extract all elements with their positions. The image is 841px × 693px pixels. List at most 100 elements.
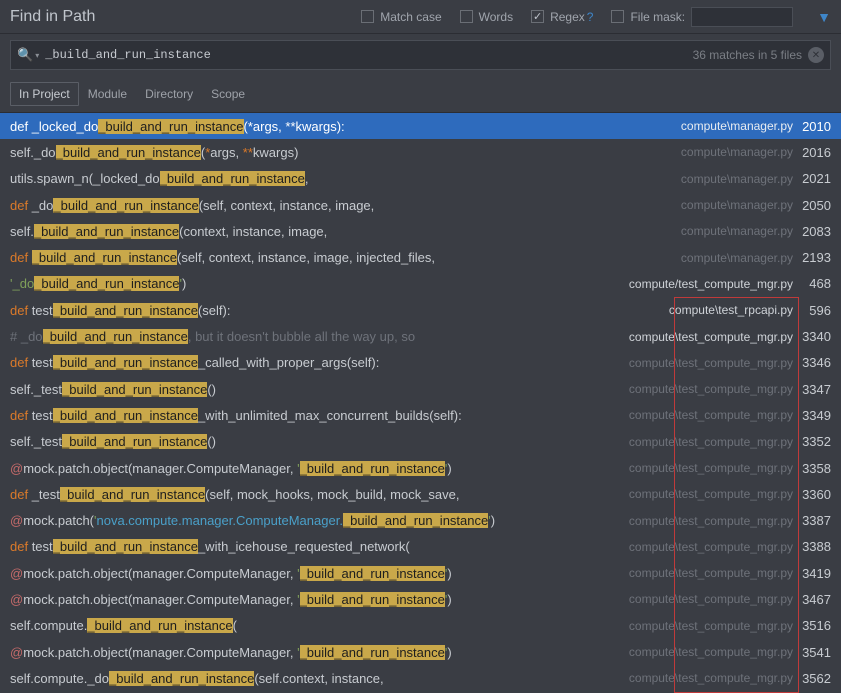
- result-row[interactable]: @mock.patch('nova.compute.manager.Comput…: [0, 507, 841, 533]
- result-row[interactable]: def test_build_and_run_instance_with_ice…: [0, 534, 841, 560]
- result-file: compute\test_rpcapi.py: [659, 303, 793, 317]
- search-bar[interactable]: 🔍 ▾ _build_and_run_instance 36 matches i…: [10, 40, 831, 70]
- result-file: compute\manager.py: [671, 251, 793, 265]
- result-row[interactable]: self._build_and_run_instance(context, in…: [0, 218, 841, 244]
- checkbox-icon: [611, 10, 624, 23]
- result-code: utils.spawn_n(_locked_do_build_and_run_i…: [10, 171, 671, 186]
- title-bar: Find in Path Match case Words Regex ? Fi…: [0, 0, 841, 34]
- words-label: Words: [479, 10, 513, 24]
- result-row[interactable]: def _test_build_and_run_instance(self, m…: [0, 481, 841, 507]
- result-file: compute\manager.py: [671, 119, 793, 133]
- result-line: 2016: [793, 145, 831, 160]
- result-code: self._test_build_and_run_instance(): [10, 382, 619, 397]
- result-line: 3358: [793, 461, 831, 476]
- checkbox-icon: [531, 10, 544, 23]
- result-line: 3346: [793, 355, 831, 370]
- tab-module[interactable]: Module: [79, 82, 136, 106]
- regex-option[interactable]: Regex ?: [531, 10, 593, 24]
- tab-in-project[interactable]: In Project: [10, 82, 79, 106]
- result-code: @mock.patch.object(manager.ComputeManage…: [10, 461, 619, 476]
- result-line: 3419: [793, 566, 831, 581]
- result-line: 596: [793, 303, 831, 318]
- result-file: compute\test_compute_mgr.py: [619, 435, 793, 449]
- result-code: def test_build_and_run_instance(self):: [10, 303, 659, 318]
- result-row[interactable]: def _do_build_and_run_instance(self, con…: [0, 192, 841, 218]
- result-file: compute\test_compute_mgr.py: [619, 514, 793, 528]
- result-row[interactable]: def test_build_and_run_instance_with_unl…: [0, 402, 841, 428]
- result-line: 468: [793, 276, 831, 291]
- match-case-option[interactable]: Match case: [361, 10, 441, 24]
- result-row[interactable]: def test_build_and_run_instance_called_w…: [0, 350, 841, 376]
- dialog-title: Find in Path: [10, 8, 95, 26]
- scope-tabs: In Project Module Directory Scope: [0, 70, 841, 112]
- result-file: compute\test_compute_mgr.py: [619, 330, 793, 344]
- result-code: def test_build_and_run_instance_with_unl…: [10, 408, 619, 423]
- filter-icon[interactable]: ▼: [817, 9, 831, 25]
- result-row[interactable]: self._do_build_and_run_instance(*args, *…: [0, 139, 841, 165]
- result-row[interactable]: self._test_build_and_run_instance()compu…: [0, 429, 841, 455]
- result-row[interactable]: @mock.patch.object(manager.ComputeManage…: [0, 639, 841, 665]
- result-code: @mock.patch.object(manager.ComputeManage…: [10, 592, 619, 607]
- result-line: 3516: [793, 618, 831, 633]
- result-file: compute\test_compute_mgr.py: [619, 382, 793, 396]
- result-row[interactable]: @mock.patch.object(manager.ComputeManage…: [0, 455, 841, 481]
- match-summary: 36 matches in 5 files: [693, 48, 802, 62]
- result-row[interactable]: self._test_build_and_run_instance()compu…: [0, 376, 841, 402]
- result-code: def test_build_and_run_instance_called_w…: [10, 355, 619, 370]
- result-line: 3387: [793, 513, 831, 528]
- result-row[interactable]: def _build_and_run_instance(self, contex…: [0, 244, 841, 270]
- result-line: 2021: [793, 171, 831, 186]
- result-row[interactable]: self.compute._build_and_run_instance(com…: [0, 613, 841, 639]
- result-line: 3360: [793, 487, 831, 502]
- result-line: 3562: [793, 671, 831, 686]
- tab-scope[interactable]: Scope: [202, 82, 254, 106]
- file-mask-option[interactable]: File mask:: [611, 7, 793, 27]
- checkbox-icon: [460, 10, 473, 23]
- clear-icon[interactable]: ✕: [808, 47, 824, 63]
- result-line: 2010: [793, 119, 831, 134]
- words-option[interactable]: Words: [460, 10, 513, 24]
- result-code: def _locked_do_build_and_run_instance(*a…: [10, 119, 671, 134]
- checkbox-icon: [361, 10, 374, 23]
- file-mask-input[interactable]: [691, 7, 793, 27]
- result-file: compute\test_compute_mgr.py: [619, 487, 793, 501]
- tab-directory[interactable]: Directory: [136, 82, 202, 106]
- result-row[interactable]: self.compute._do_build_and_run_instance(…: [0, 665, 841, 691]
- result-row[interactable]: @mock.patch.object(manager.ComputeManage…: [0, 560, 841, 586]
- result-line: 3388: [793, 539, 831, 554]
- result-file: compute\manager.py: [671, 172, 793, 186]
- results-list: def _locked_do_build_and_run_instance(*a…: [0, 112, 841, 692]
- result-code: def _do_build_and_run_instance(self, con…: [10, 198, 671, 213]
- result-code: # _do_build_and_run_instance, but it doe…: [10, 329, 619, 344]
- result-row[interactable]: # _do_build_and_run_instance, but it doe…: [0, 323, 841, 349]
- result-row[interactable]: def test_build_and_run_instance(self):co…: [0, 297, 841, 323]
- result-line: 3352: [793, 434, 831, 449]
- file-mask-label: File mask:: [630, 10, 685, 24]
- result-code: def test_build_and_run_instance_with_ice…: [10, 539, 619, 554]
- help-icon[interactable]: ?: [587, 10, 594, 24]
- result-file: compute\test_compute_mgr.py: [619, 461, 793, 475]
- result-file: compute\test_compute_mgr.py: [619, 566, 793, 580]
- result-line: 2193: [793, 250, 831, 265]
- result-code: @mock.patch.object(manager.ComputeManage…: [10, 566, 619, 581]
- result-file: compute\test_compute_mgr.py: [619, 356, 793, 370]
- history-chevron-icon[interactable]: ▾: [35, 51, 39, 60]
- search-input[interactable]: _build_and_run_instance: [45, 48, 692, 62]
- result-code: self._do_build_and_run_instance(*args, *…: [10, 145, 671, 160]
- regex-label: Regex: [550, 10, 585, 24]
- result-file: compute\manager.py: [671, 224, 793, 238]
- result-line: 3541: [793, 645, 831, 660]
- result-row[interactable]: def _locked_do_build_and_run_instance(*a…: [0, 113, 841, 139]
- result-code: self.compute._do_build_and_run_instance(…: [10, 671, 619, 686]
- result-line: 3467: [793, 592, 831, 607]
- result-code: def _test_build_and_run_instance(self, m…: [10, 487, 619, 502]
- result-code: def _build_and_run_instance(self, contex…: [10, 250, 671, 265]
- result-line: 2050: [793, 198, 831, 213]
- result-row[interactable]: '_do_build_and_run_instance')compute/tes…: [0, 271, 841, 297]
- result-line: 3340: [793, 329, 831, 344]
- result-row[interactable]: @mock.patch.object(manager.ComputeManage…: [0, 586, 841, 612]
- result-file: compute\test_compute_mgr.py: [619, 540, 793, 554]
- result-file: compute\manager.py: [671, 198, 793, 212]
- result-row[interactable]: utils.spawn_n(_locked_do_build_and_run_i…: [0, 166, 841, 192]
- result-code: @mock.patch.object(manager.ComputeManage…: [10, 645, 619, 660]
